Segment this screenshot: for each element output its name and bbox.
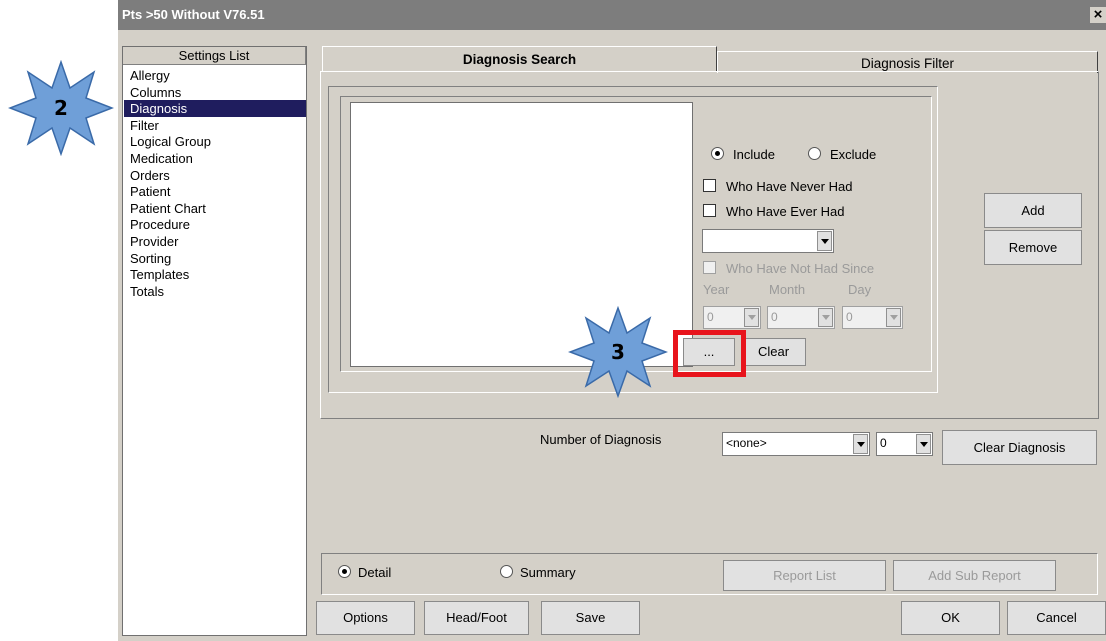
add-sub-report-button[interactable]: Add Sub Report (893, 560, 1056, 591)
number-of-diagnosis-combo[interactable]: <none> (722, 432, 870, 456)
year-combo[interactable]: 0 (703, 306, 761, 329)
settings-item-allergy[interactable]: Allergy (124, 67, 306, 84)
settings-item-filter[interactable]: Filter (124, 117, 306, 134)
close-button[interactable]: × (1090, 7, 1106, 23)
clear-button[interactable]: Clear (741, 338, 806, 366)
summary-radio[interactable] (500, 565, 513, 578)
settings-list-header: Settings List (123, 47, 306, 65)
settings-item-procedure[interactable]: Procedure (124, 216, 306, 233)
options-button[interactable]: Options (316, 601, 415, 635)
diagnosis-index-value: 0 (880, 436, 887, 450)
tab-diagnosis-search[interactable]: Diagnosis Search (322, 46, 717, 71)
chevron-down-icon (818, 308, 833, 327)
step-2-label: 2 (54, 96, 68, 120)
settings-item-logical-group[interactable]: Logical Group (124, 133, 306, 150)
settings-item-patient-chart[interactable]: Patient Chart (124, 200, 306, 217)
title-bar[interactable] (118, 0, 1106, 30)
ever-had-checkbox[interactable] (703, 204, 716, 217)
not-had-since-label: Who Have Not Had Since (726, 261, 875, 276)
step-3-label: 3 (611, 340, 625, 364)
day-label: Day (848, 282, 872, 297)
settings-item-patient[interactable]: Patient (124, 183, 306, 200)
head-foot-button[interactable]: Head/Foot (424, 601, 529, 635)
settings-item-orders[interactable]: Orders (124, 167, 306, 184)
number-of-diagnosis-value: <none> (726, 436, 767, 450)
cancel-button[interactable]: Cancel (1007, 601, 1106, 635)
chevron-down-icon (916, 434, 931, 454)
month-value: 0 (771, 310, 778, 324)
settings-item-totals[interactable]: Totals (124, 283, 306, 300)
add-button[interactable]: Add (984, 193, 1082, 228)
clear-diagnosis-button[interactable]: Clear Diagnosis (942, 430, 1097, 465)
never-had-checkbox[interactable] (703, 179, 716, 192)
diagnosis-combo[interactable] (702, 229, 834, 253)
ok-button[interactable]: OK (901, 601, 1000, 635)
chevron-down-icon (886, 308, 901, 327)
year-value: 0 (707, 310, 714, 324)
detail-radio[interactable] (338, 565, 351, 578)
save-button[interactable]: Save (541, 601, 640, 635)
include-radio[interactable] (711, 147, 724, 160)
settings-item-provider[interactable]: Provider (124, 233, 306, 250)
highlight-box (673, 330, 746, 377)
settings-item-columns[interactable]: Columns (124, 84, 306, 101)
settings-item-templates[interactable]: Templates (124, 266, 306, 283)
chevron-down-icon (817, 231, 832, 251)
year-label: Year (703, 282, 730, 297)
day-combo[interactable]: 0 (842, 306, 903, 329)
remove-button[interactable]: Remove (984, 230, 1082, 265)
include-label: Include (733, 147, 775, 162)
settings-item-diagnosis[interactable]: Diagnosis (124, 100, 306, 118)
month-combo[interactable]: 0 (767, 306, 835, 329)
window-title: Pts >50 Without V76.51 (122, 7, 265, 22)
diagnosis-index-combo[interactable]: 0 (876, 432, 933, 456)
not-had-since-checkbox[interactable] (703, 261, 716, 274)
exclude-label: Exclude (830, 147, 877, 162)
day-value: 0 (846, 310, 853, 324)
tab-diagnosis-filter[interactable]: Diagnosis Filter (717, 51, 1098, 73)
report-list-button[interactable]: Report List (723, 560, 886, 591)
chevron-down-icon (744, 308, 759, 327)
detail-label: Detail (358, 565, 392, 580)
summary-label: Summary (520, 565, 576, 580)
settings-item-sorting[interactable]: Sorting (124, 250, 306, 267)
exclude-radio[interactable] (808, 147, 821, 160)
month-label: Month (769, 282, 806, 297)
never-had-label: Who Have Never Had (726, 179, 853, 194)
chevron-down-icon (853, 434, 868, 454)
settings-item-medication[interactable]: Medication (124, 150, 306, 167)
ever-had-label: Who Have Ever Had (726, 204, 845, 219)
number-of-diagnosis-label: Number of Diagnosis (540, 432, 662, 447)
